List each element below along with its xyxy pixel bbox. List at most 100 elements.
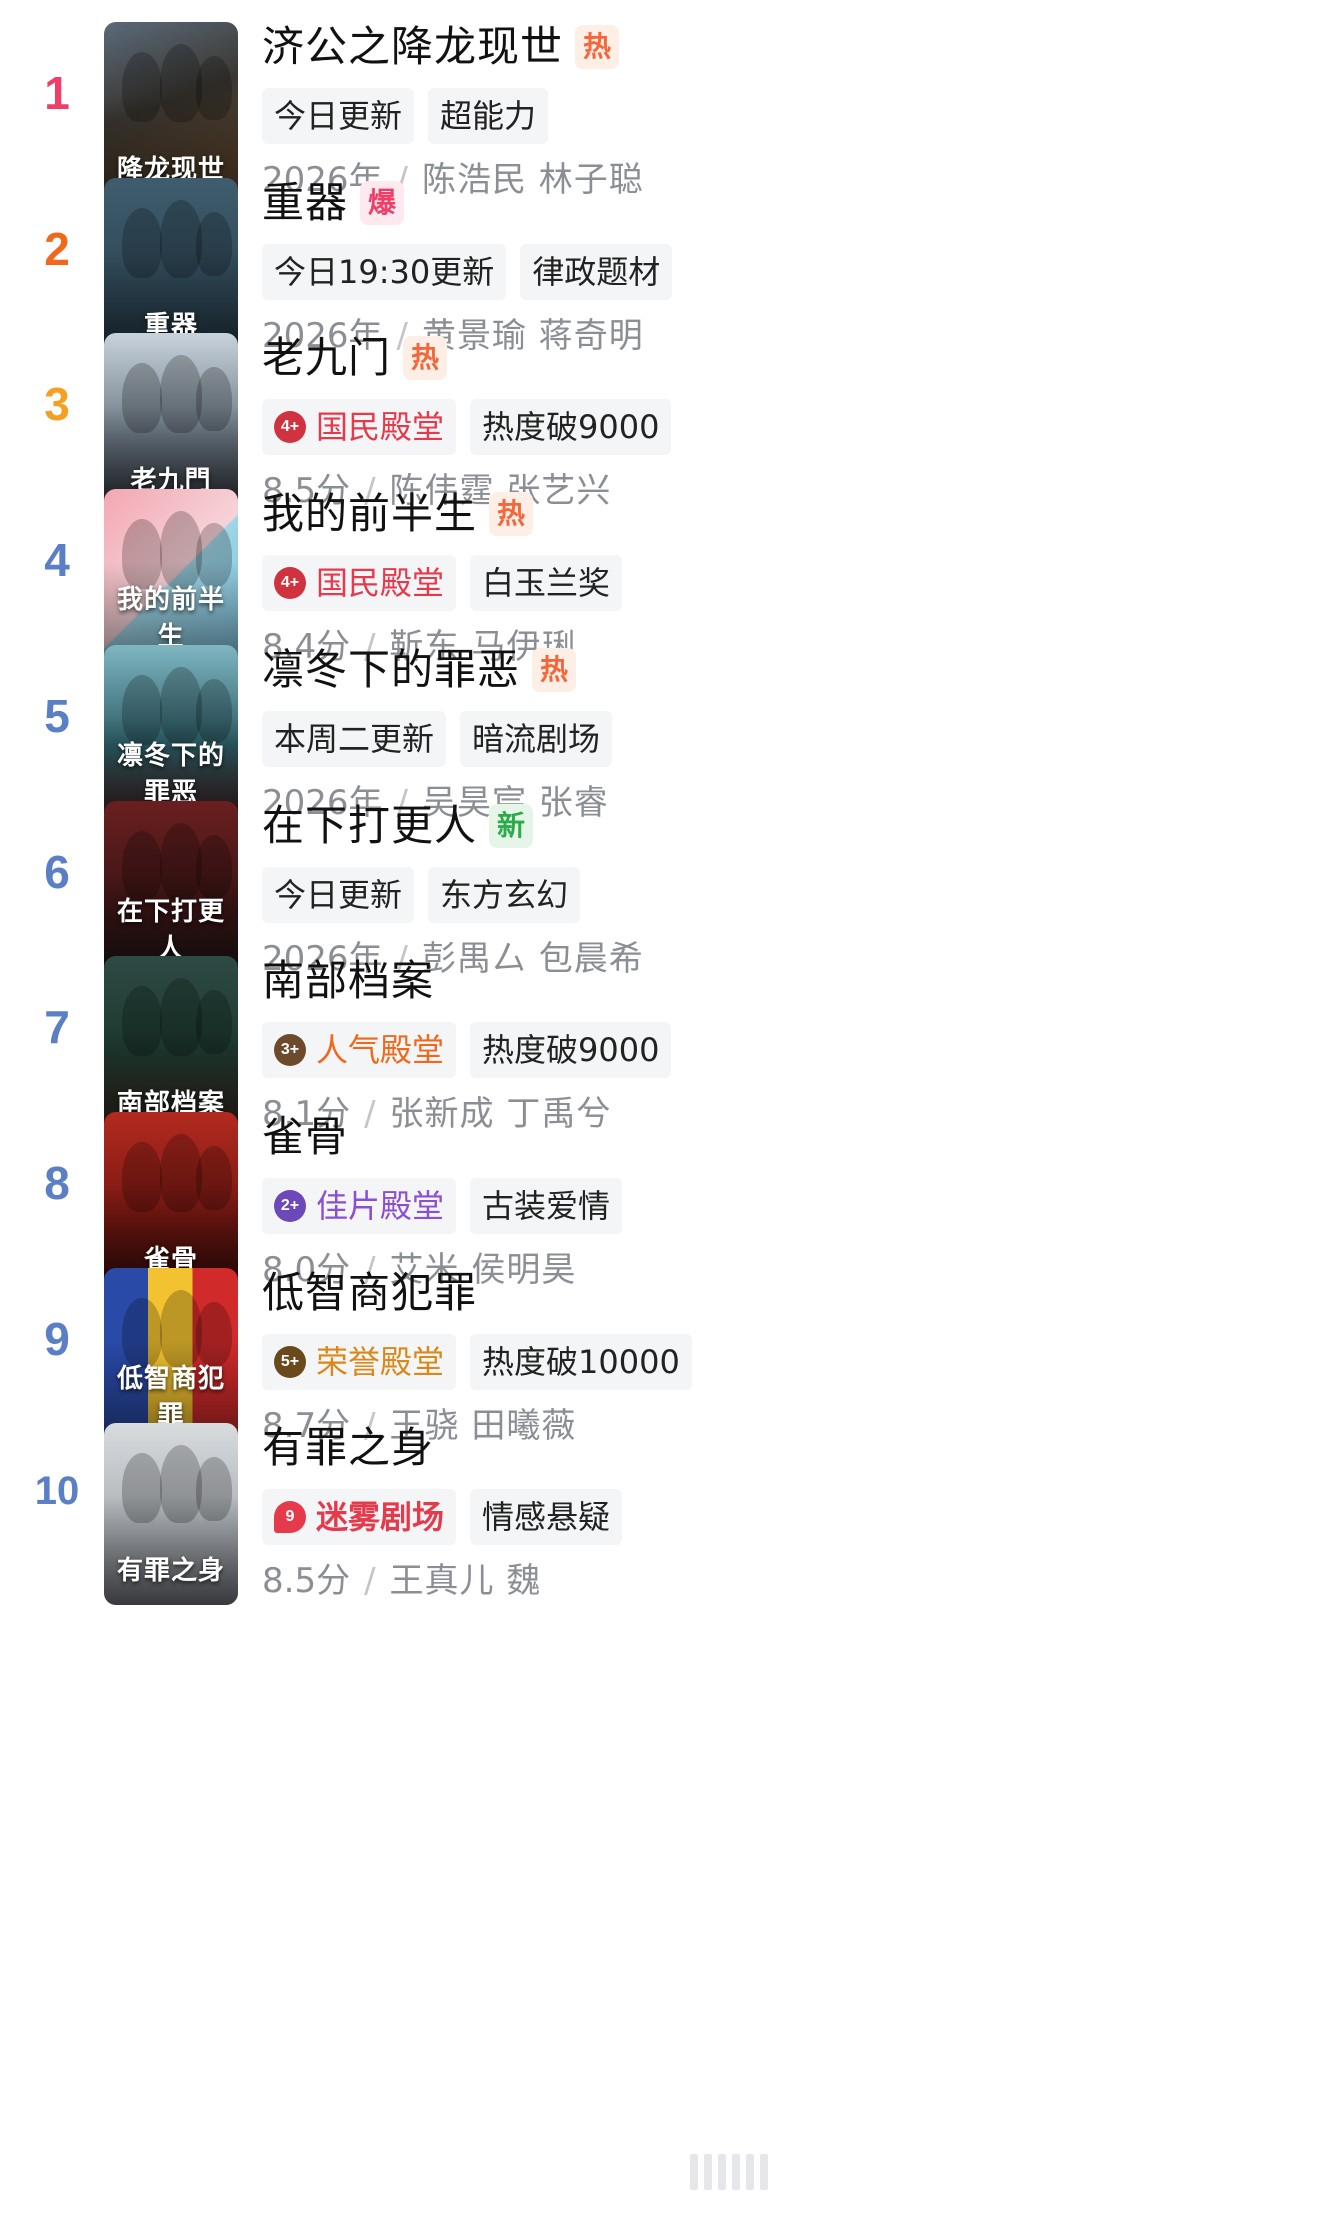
hall-tag[interactable]: 9 迷雾剧场 xyxy=(262,1489,457,1545)
info-tag[interactable]: 律政题材 xyxy=(520,244,673,300)
tag-label: 东方玄幻 xyxy=(440,876,569,914)
hall-tag[interactable]: 4+ 国民殿堂 xyxy=(262,399,457,455)
rank-number: 10 xyxy=(34,1469,80,1513)
drama-title[interactable]: 重器 xyxy=(262,174,348,232)
tag-label: 超能力 xyxy=(440,97,537,135)
info-tag[interactable]: 今日更新 xyxy=(262,88,415,144)
tag-group: 今日19:30更新 律政题材 xyxy=(262,244,686,300)
tag-label: 白玉兰奖 xyxy=(482,564,611,602)
info-tag[interactable]: 超能力 xyxy=(428,88,549,144)
tag-group: 5+ 荣誉殿堂 热度破10000 xyxy=(262,1334,706,1390)
tag-label: 荣誉殿堂 xyxy=(316,1343,445,1381)
hall-medal-icon: 3+ xyxy=(274,1034,306,1066)
rank-number: 1 xyxy=(44,67,70,119)
poster-title-art: 有罪之身 xyxy=(116,1556,225,1586)
rank-number: 2 xyxy=(44,223,70,275)
info-tag[interactable]: 情感悬疑 xyxy=(470,1489,623,1545)
drama-title[interactable]: 雀骨 xyxy=(262,1108,348,1166)
tag-group: 4+ 国民殿堂 热度破9000 xyxy=(262,399,685,455)
rank-number: 4 xyxy=(44,534,70,586)
rank-number: 5 xyxy=(44,690,70,742)
tag-group: 今日更新 超能力 xyxy=(262,88,562,144)
hot-badge: 热 xyxy=(489,492,534,536)
hall-medal-icon: 5+ xyxy=(274,1346,306,1378)
cast-names: 王真儿 魏 xyxy=(389,1561,542,1601)
title-row: 有罪之身 xyxy=(262,1419,434,1477)
migu-logo-icon: 9 xyxy=(274,1501,306,1533)
tag-group: 2+ 佳片殿堂 古装爱情 xyxy=(262,1178,636,1234)
tag-group: 3+ 人气殿堂 热度破9000 xyxy=(262,1022,685,1078)
hot-badge: 热 xyxy=(532,648,577,692)
title-row: 老九门热 xyxy=(262,329,448,387)
title-row: 南部档案 xyxy=(262,952,434,1010)
scroll-indicator xyxy=(690,2154,780,2190)
poster-thumbnail[interactable]: 有罪之身 xyxy=(104,1423,238,1605)
tag-label: 热度破9000 xyxy=(482,1031,660,1069)
tag-label: 本周二更新 xyxy=(274,720,435,758)
info-tag[interactable]: 热度破10000 xyxy=(470,1334,692,1390)
hot-badge: 热 xyxy=(403,336,448,380)
tag-group: 9 迷雾剧场 情感悬疑 xyxy=(262,1489,636,1545)
tag-group: 4+ 国民殿堂 白玉兰奖 xyxy=(262,555,636,611)
title-row: 重器爆 xyxy=(262,174,405,232)
title-row: 凛冬下的罪恶热 xyxy=(262,641,577,699)
drama-title[interactable]: 老九门 xyxy=(262,329,391,387)
tag-label: 佳片殿堂 xyxy=(316,1187,445,1225)
rank-number: 6 xyxy=(44,846,70,898)
tag-label: 暗流剧场 xyxy=(472,720,601,758)
drama-title[interactable]: 低智商犯罪 xyxy=(262,1264,477,1322)
year-or-score: 8.5分 xyxy=(262,1561,351,1601)
info-tag[interactable]: 本周二更新 xyxy=(262,711,447,767)
info-tag[interactable]: 古装爱情 xyxy=(470,1178,623,1234)
info-tag[interactable]: 今日更新 xyxy=(262,867,415,923)
info-tag[interactable]: 暗流剧场 xyxy=(460,711,613,767)
drama-title[interactable]: 凛冬下的罪恶 xyxy=(262,641,520,699)
info-tag[interactable]: 今日19:30更新 xyxy=(262,244,507,300)
tag-label: 今日更新 xyxy=(274,876,403,914)
meta-separator: / xyxy=(364,1561,376,1601)
drama-title[interactable]: 有罪之身 xyxy=(262,1419,434,1477)
tag-label: 国民殿堂 xyxy=(316,408,445,446)
hall-medal-icon: 4+ xyxy=(274,411,306,443)
boom-badge: 爆 xyxy=(360,181,405,225)
drama-title[interactable]: 我的前半生 xyxy=(262,485,477,543)
rank-number: 7 xyxy=(44,1001,70,1053)
title-row: 雀骨 xyxy=(262,1108,348,1166)
tag-label: 人气殿堂 xyxy=(316,1031,445,1069)
tag-group: 今日更新 东方玄幻 xyxy=(262,867,594,923)
hall-tag[interactable]: 3+ 人气殿堂 xyxy=(262,1022,457,1078)
hall-medal-icon: 4+ xyxy=(274,567,306,599)
title-row: 我的前半生热 xyxy=(262,485,534,543)
rank-number: 3 xyxy=(44,378,70,430)
tag-label: 迷雾剧场 xyxy=(316,1498,445,1536)
title-row: 济公之降龙现世热 xyxy=(262,18,620,76)
tag-label: 律政题材 xyxy=(532,253,661,291)
tag-label: 古装爱情 xyxy=(482,1187,611,1225)
tag-label: 今日19:30更新 xyxy=(274,253,495,291)
info-tag[interactable]: 东方玄幻 xyxy=(428,867,581,923)
title-row: 在下打更人新 xyxy=(262,797,534,855)
tag-label: 热度破9000 xyxy=(482,408,660,446)
info-tag[interactable]: 热度破9000 xyxy=(470,1022,672,1078)
hall-medal-icon: 2+ xyxy=(274,1190,306,1222)
hall-tag[interactable]: 2+ 佳片殿堂 xyxy=(262,1178,457,1234)
hall-tag[interactable]: 4+ 国民殿堂 xyxy=(262,555,457,611)
drama-title[interactable]: 在下打更人 xyxy=(262,797,477,855)
info-tag[interactable]: 白玉兰奖 xyxy=(470,555,623,611)
hot-badge: 热 xyxy=(575,25,620,69)
rank-number: 9 xyxy=(44,1313,70,1365)
hall-tag[interactable]: 5+ 荣誉殿堂 xyxy=(262,1334,457,1390)
meta-line: 8.5分 / 王真儿 魏 xyxy=(262,1557,541,1605)
rank-number: 8 xyxy=(44,1157,70,1209)
tag-label: 今日更新 xyxy=(274,97,403,135)
tag-label: 热度破10000 xyxy=(482,1343,680,1381)
ranking-item[interactable]: 10 有罪之身 有罪之身 9 迷雾剧场 情感悬疑 8.5分 / 王真儿 魏 xyxy=(0,1413,1320,1613)
tag-group: 本周二更新 暗流剧场 xyxy=(262,711,626,767)
new-badge: 新 xyxy=(489,804,534,848)
info-tag[interactable]: 热度破9000 xyxy=(470,399,672,455)
title-row: 低智商犯罪 xyxy=(262,1264,477,1322)
drama-title[interactable]: 济公之降龙现世 xyxy=(262,18,563,76)
tag-label: 情感悬疑 xyxy=(482,1498,611,1536)
drama-title[interactable]: 南部档案 xyxy=(262,952,434,1010)
tag-label: 国民殿堂 xyxy=(316,564,445,602)
